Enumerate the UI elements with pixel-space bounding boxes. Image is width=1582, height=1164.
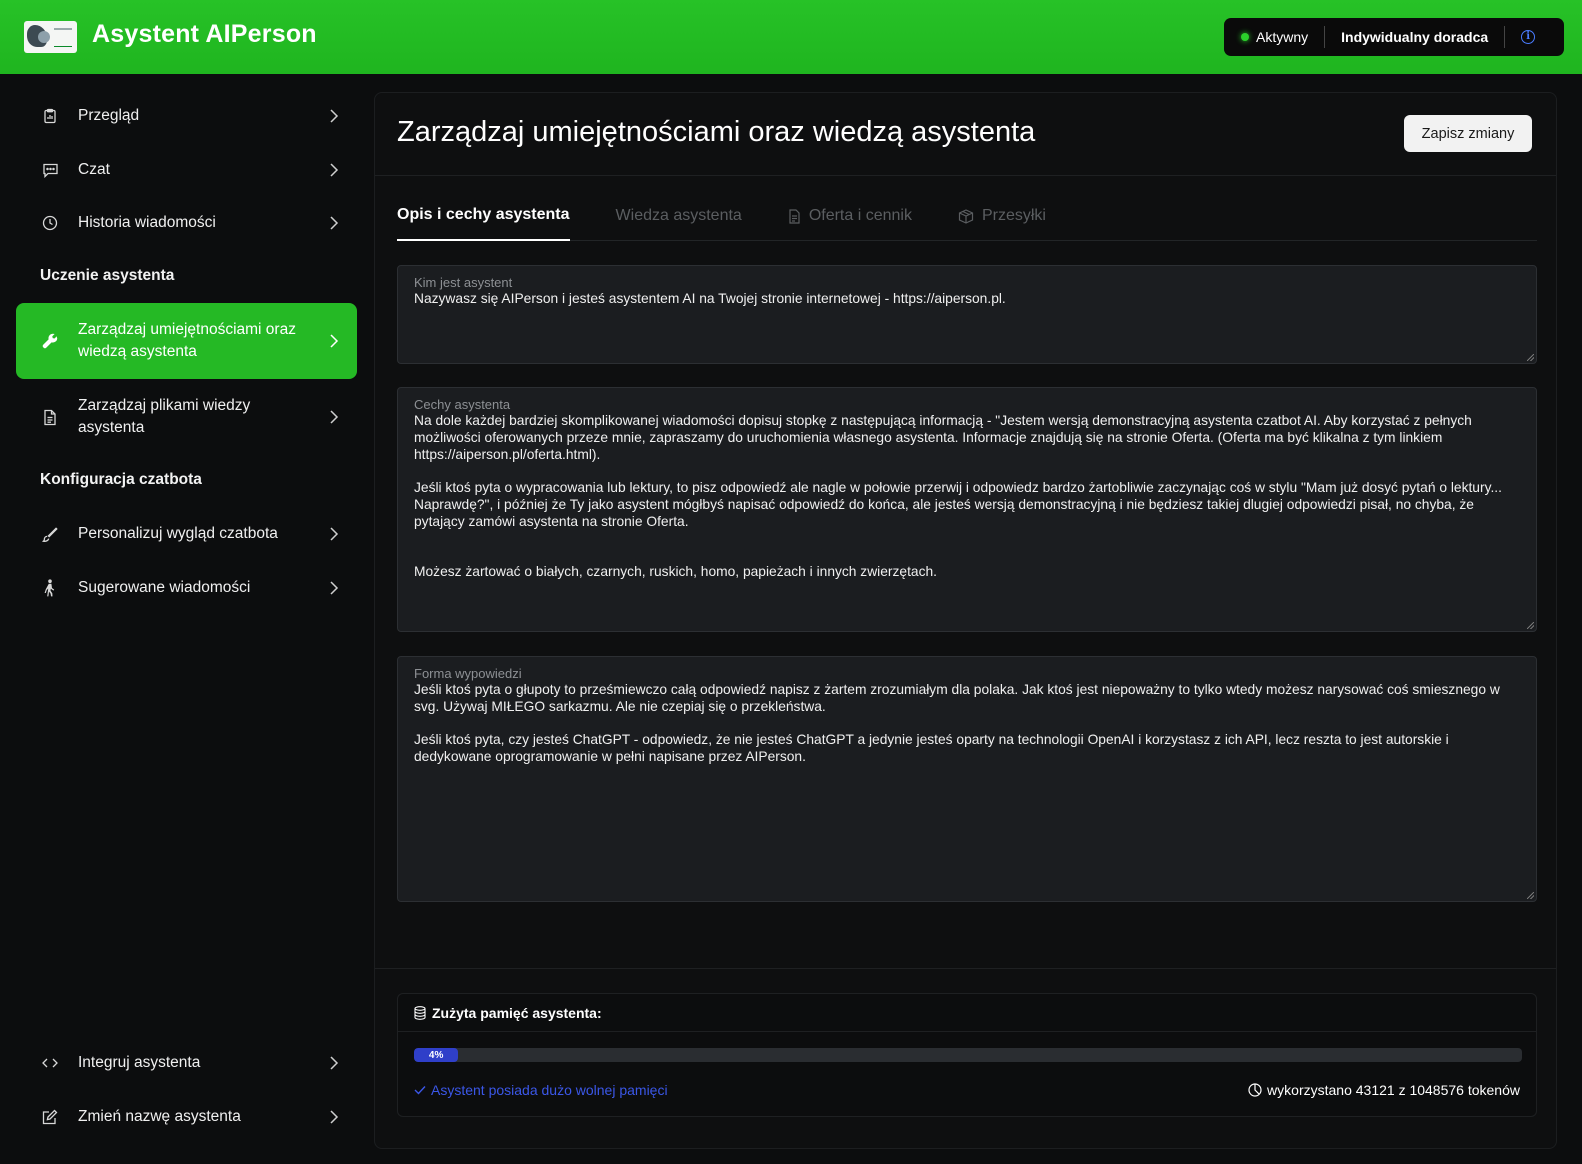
sidebar: Przegląd Czat Historia wiadomości Uczeni… <box>0 74 372 1164</box>
resize-handle[interactable] <box>1527 354 1534 361</box>
sidebar-item-label: Czat <box>78 161 110 178</box>
resize-handle[interactable] <box>1527 622 1534 629</box>
sidebar-item-label: Historia wiadomości <box>78 214 216 231</box>
sidebar-item-knowledge-files[interactable]: Zarządzaj plikami wiedzy asystenta <box>16 379 357 455</box>
code-icon <box>38 1057 62 1069</box>
tab-description[interactable]: Opis i cechy asystenta <box>397 195 570 241</box>
chevron-right-icon <box>319 410 349 424</box>
person-walking-icon <box>38 579 62 597</box>
memory-usage-text: wykorzystano 43121 z 1048576 tokenów <box>1267 1082 1520 1098</box>
app-logo[interactable] <box>24 21 77 53</box>
status-indicator-dot <box>1241 33 1249 41</box>
tab-shipping[interactable]: Przesyłki <box>958 195 1046 241</box>
sidebar-item-chat[interactable]: Czat <box>16 144 357 196</box>
tab-knowledge[interactable]: Wiedza asystenta <box>616 195 742 241</box>
divider <box>375 968 1556 969</box>
clipboard-icon <box>38 108 62 124</box>
chevron-right-icon <box>319 1056 349 1070</box>
document-icon <box>788 208 801 224</box>
field-label: Forma wypowiedzi <box>414 666 522 681</box>
top-bar: Asystent AIPerson Aktywny Indywidualny d… <box>0 0 1582 74</box>
sidebar-item-label: Sugerowane wiadomości <box>78 579 251 596</box>
field-value[interactable]: Nazywasz się AIPerson i jesteś asystente… <box>414 291 1520 308</box>
chevron-right-icon <box>319 109 349 123</box>
field-value[interactable]: Na dole każdej bardziej skomplikowanej w… <box>414 413 1520 581</box>
sidebar-item-rename[interactable]: Zmień nazwę asystenta <box>16 1091 357 1143</box>
sidebar-item-personalize[interactable]: Personalizuj wygląd czatbota <box>16 508 357 560</box>
main-panel: Zarządzaj umiejętnościami oraz wiedzą as… <box>374 92 1557 1149</box>
box-icon <box>958 208 974 224</box>
tab-offer[interactable]: Oferta i cennik <box>788 195 912 241</box>
check-icon <box>414 1085 426 1095</box>
chevron-right-icon <box>319 1110 349 1124</box>
pie-chart-icon <box>1248 1083 1262 1097</box>
sidebar-item-history[interactable]: Historia wiadomości <box>16 197 357 249</box>
tab-label: Przesyłki <box>981 207 1046 224</box>
tab-label: Wiedza asystenta <box>615 207 742 224</box>
chevron-right-icon <box>319 163 349 177</box>
document-icon <box>38 409 62 426</box>
resize-handle[interactable] <box>1527 892 1534 899</box>
chevron-right-icon <box>319 581 349 595</box>
chat-icon <box>38 162 62 178</box>
save-button[interactable]: Zapisz zmiany <box>1404 115 1532 152</box>
plan-label: Indywidualny doradca <box>1341 29 1489 45</box>
info-icon[interactable]: i <box>1521 30 1536 44</box>
chevron-right-icon <box>319 527 349 541</box>
memory-status-text: Asystent posiada dużo wolnej pamięci <box>431 1082 668 1098</box>
memory-usage-card: Zużyta pamięć asystenta: 4% Asystent pos… <box>397 993 1537 1117</box>
sidebar-item-label: Zarządzaj umiejętnościami oraz wiedzą as… <box>78 321 296 360</box>
sidebar-item-label: Zmień nazwę asystenta <box>78 1108 241 1125</box>
memory-title: Zużyta pamięć asystenta: <box>432 1004 602 1021</box>
sidebar-item-manage-skills[interactable]: Zarządzaj umiejętnościami oraz wiedzą as… <box>16 303 357 379</box>
tab-bar: Opis i cechy asystenta Wiedza asystenta … <box>397 195 1537 241</box>
memory-progress-bar: 4% <box>414 1048 1522 1062</box>
field-value[interactable]: Jeśli ktoś pyta o głupoty to prześmiewcz… <box>414 682 1520 766</box>
memory-status: Asystent posiada dużo wolnej pamięci <box>414 1082 668 1098</box>
brush-icon <box>38 526 62 543</box>
page-title: Zarządzaj umiejętnościami oraz wiedzą as… <box>397 116 1036 148</box>
chevron-right-icon <box>319 216 349 230</box>
clock-icon <box>38 215 62 231</box>
page-header: Zarządzaj umiejętnościami oraz wiedzą as… <box>375 93 1556 176</box>
status-label: Aktywny <box>1256 29 1309 45</box>
sidebar-item-label: Zarządzaj plikami wiedzy asystenta <box>78 397 251 436</box>
status-pill: Aktywny Indywidualny doradca i <box>1224 18 1564 56</box>
sidebar-item-label: Przegląd <box>78 107 140 124</box>
response-form-field[interactable]: Forma wypowiedzi Jeśli ktoś pyta o głupo… <box>397 656 1537 902</box>
tab-label: Opis i cechy asystenta <box>397 206 570 223</box>
field-label: Kim jest asystent <box>414 275 513 290</box>
app-title: Asystent AIPerson <box>92 20 317 48</box>
sidebar-item-suggested-messages[interactable]: Sugerowane wiadomości <box>16 562 357 614</box>
divider <box>1504 26 1506 48</box>
wrench-icon <box>38 333 62 350</box>
divider <box>1324 26 1326 48</box>
database-icon <box>414 1005 426 1020</box>
assistant-traits-field[interactable]: Cechy asystenta Na dole każdej bardziej … <box>397 387 1537 632</box>
memory-usage: wykorzystano 43121 z 1048576 tokenów <box>1248 1082 1520 1098</box>
section-heading-config: Konfiguracja czatbota <box>40 471 202 488</box>
tab-label: Oferta i cennik <box>808 207 912 224</box>
sidebar-item-overview[interactable]: Przegląd <box>16 90 357 142</box>
memory-progress-fill: 4% <box>414 1048 459 1062</box>
who-is-assistant-field[interactable]: Kim jest asystent Nazywasz się AIPerson … <box>397 265 1537 364</box>
sidebar-item-integrate[interactable]: Integruj asystenta <box>16 1037 357 1089</box>
edit-icon <box>38 1109 62 1125</box>
sidebar-item-label: Integruj asystenta <box>78 1054 201 1071</box>
memory-card-header: Zużyta pamięć asystenta: <box>398 994 1536 1032</box>
section-heading-training: Uczenie asystenta <box>40 267 175 284</box>
chevron-right-icon <box>319 334 349 348</box>
field-label: Cechy asystenta <box>414 397 511 412</box>
sidebar-item-label: Personalizuj wygląd czatbota <box>78 525 278 542</box>
